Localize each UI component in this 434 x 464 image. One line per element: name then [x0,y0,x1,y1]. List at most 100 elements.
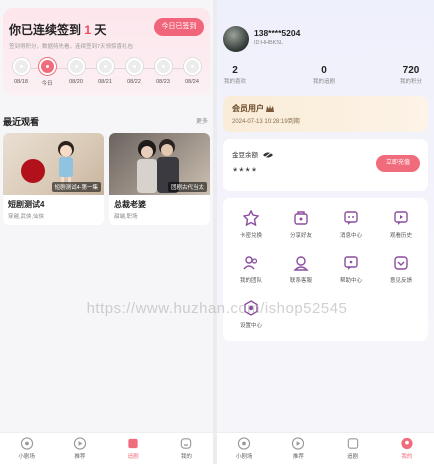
checkin-date: 今日 [41,81,53,87]
recent-card[interactable]: 短剧测试4-第一集 短剧测试4 穿越,武侠,仙侠 [3,133,104,225]
tab-label: 我的 [180,454,192,460]
tab-label: 小剧场 [235,454,253,460]
balance-card: 金豆余额 **** 立即充值 [223,139,428,191]
theater-icon [20,437,33,450]
menu-item-team[interactable]: 我的团队 [227,255,275,284]
checkin-days: 1 [84,23,92,37]
member-title: 会员用户 [232,103,275,114]
recharge-button[interactable]: 立即充值 [376,155,420,172]
bookmark-icon [347,438,358,449]
checkin-dot [12,58,30,75]
tab-label: 我的 [401,454,413,460]
recent-card-title: 短剧测试4 [8,200,45,209]
share-icon [294,211,308,225]
checkin-date: 08/23 [156,79,170,85]
user-id: ID:HHBKSL [254,40,284,46]
recent-card-tags: 穿越,武侠,仙侠 [8,214,45,220]
feedback-icon [394,256,408,270]
stat-value: 720 [402,65,420,76]
balance-label: 金豆余额 [232,149,273,159]
recent-thumbnail: 团剧古代当太 [109,133,210,195]
crown-icon [266,105,275,113]
menu-item-messages[interactable]: 消息中心 [327,210,375,239]
menu-label: 观看历史 [389,233,412,239]
member-card[interactable]: 会员用户 2024-07-13 10:28:19到期 [223,96,428,132]
stat-value: 2 [232,65,238,76]
team-icon [243,256,258,270]
service-menu: 卡密兑换 分享好友 消息中心 观看历史 我的团队 联系客服 帮助中心 意见反馈 … [223,198,428,341]
tab-label: 追剧 [127,454,139,460]
recent-thumbnail: 短剧测试4-第一集 [3,133,104,195]
checkin-dot [125,58,143,75]
checkin-title: 你已连续签到 1 天 [9,21,106,38]
recent-title: 最近观看 [3,117,40,127]
balance-value: **** [233,166,259,178]
bottom-tab-bar: 小剧场 推荐 追剧 我的 [0,432,213,464]
tab-recommend[interactable]: 推荐 [53,433,106,464]
recent-card[interactable]: 团剧古代当太 总裁老婆 甜端,职场 [109,133,210,225]
tab-mine[interactable]: 我的 [380,433,434,464]
checkin-title-suffix: 天 [94,23,107,37]
tab-recommend[interactable]: 推荐 [271,433,325,464]
menu-item-help[interactable]: 帮助中心 [327,255,375,284]
menu-label: 消息中心 [339,233,362,239]
checkin-dot [154,58,172,75]
member-title-text: 会员用户 [232,104,264,113]
profile-icon [401,437,413,450]
tab-follow[interactable]: 追剧 [326,433,380,464]
recent-card-title: 总裁老婆 [114,200,146,209]
balance-label-text: 金豆余额 [232,152,258,159]
right-phone-screen: 138****5204 ID:HHBKSL 2 我的喜欢 0 我的追剧 720 … [217,0,434,464]
screenshot-canvas: 你已连续签到 1 天 签到得积分，数据持先看，连续签到7天领惊喜礼包 今日已签到… [0,0,434,464]
menu-item-share[interactable]: 分享好友 [277,210,325,239]
checkin-dot [67,58,85,75]
menu-label: 意见反馈 [389,278,412,284]
recent-card-tags: 甜端,职场 [114,214,138,220]
checkin-dot [96,58,114,75]
checkin-day: 08/24 [181,58,203,85]
cartoon-character-image [58,141,74,186]
checkin-day: 今日 [36,58,58,87]
tab-label: 推荐 [292,454,304,460]
menu-label: 分享好友 [289,233,312,239]
tab-follow[interactable]: 追剧 [107,433,160,464]
menu-item-redeem[interactable]: 卡密兑换 [227,210,275,239]
member-expiry: 2024-07-13 10:28:19到期 [232,119,300,125]
checkin-title-prefix: 你已连续签到 [9,23,82,37]
menu-item-feedback[interactable]: 意见反馈 [377,255,425,284]
recent-more-link[interactable]: 更多 [196,116,208,125]
menu-label: 设置中心 [239,323,262,329]
checkin-date: 08/22 [127,79,141,85]
red-circle-decoration [21,159,45,183]
menu-label: 帮助中心 [339,278,362,284]
stat-likes[interactable]: 2 我的喜欢 [217,65,260,85]
checkin-date: 08/24 [185,79,199,85]
checkin-button[interactable]: 今日已签到 [154,18,204,36]
profile-icon [181,438,192,449]
stat-value: 0 [321,65,327,76]
menu-item-support[interactable]: 联系客服 [277,255,325,284]
left-phone-screen: 你已连续签到 1 天 签到得积分，数据持先看，连续签到7天领惊喜礼包 今日已签到… [0,0,213,464]
menu-item-history[interactable]: 观看历史 [377,210,425,239]
avatar[interactable] [223,26,249,52]
tab-theater[interactable]: 小剧场 [217,433,271,464]
tab-mine[interactable]: 我的 [160,433,213,464]
tab-label: 小剧场 [18,454,35,460]
stat-label: 我的追剧 [312,79,335,85]
checkin-day: 08/22 [123,58,145,85]
theater-icon [237,437,251,450]
checkin-subtitle: 签到得积分，数据持先看，连续签到7天领惊喜礼包 [9,44,134,50]
stat-follows[interactable]: 0 我的追剧 [299,65,349,85]
bookmark-icon [128,438,138,449]
stat-label: 我的积分 [399,79,422,85]
help-icon [344,256,358,270]
stat-points[interactable]: 720 我的积分 [386,65,434,85]
menu-label: 联系客服 [289,278,312,284]
tab-theater[interactable]: 小剧场 [0,433,53,464]
play-icon [292,437,305,450]
checkin-date: 08/21 [98,79,112,85]
tab-label: 追剧 [347,454,359,460]
gift-card-icon [243,210,259,226]
checkin-day: 08/20 [65,58,87,85]
eye-hidden-icon[interactable] [262,152,273,159]
